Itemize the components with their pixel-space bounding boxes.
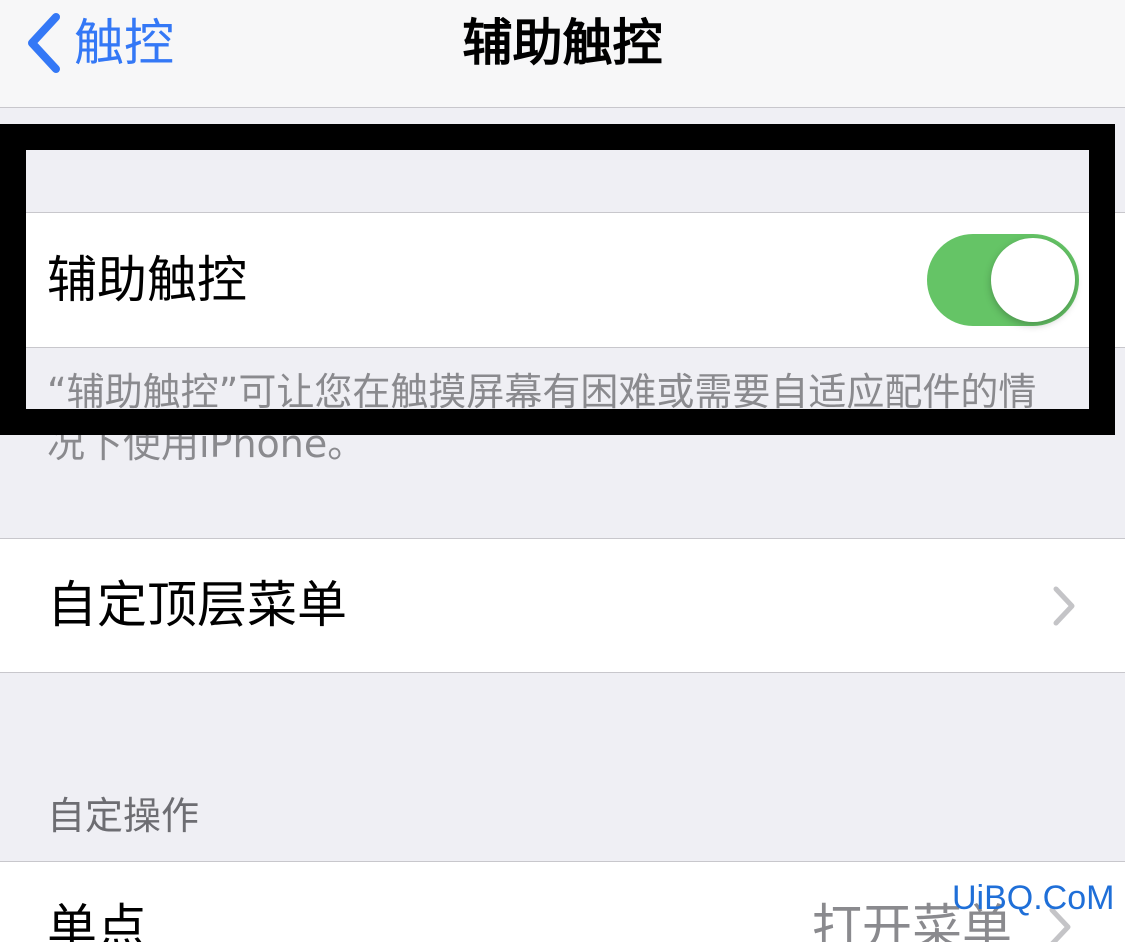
customize-top-level-menu-label: 自定顶层菜单 xyxy=(47,576,347,634)
navigation-bar: 触控 辅助触控 xyxy=(0,0,1125,108)
assistive-touch-row: 辅助触控 xyxy=(0,212,1125,348)
customize-top-level-menu-row[interactable]: 自定顶层菜单 xyxy=(0,538,1125,673)
custom-actions-header: 自定操作 xyxy=(47,794,200,838)
single-tap-label: 单点 xyxy=(47,899,147,942)
assistive-touch-description: “辅助触控”可让您在触摸屏幕有困难或需要自适应配件的情况下使用iPhone。 xyxy=(47,370,1037,466)
switch-knob xyxy=(991,238,1075,322)
assistive-touch-label: 辅助触控 xyxy=(47,251,247,309)
chevron-right-icon xyxy=(1053,586,1075,626)
page-title: 辅助触控 xyxy=(462,14,663,72)
assistive-touch-switch[interactable] xyxy=(927,234,1079,326)
watermark: UiBQ.CoM xyxy=(952,879,1115,917)
